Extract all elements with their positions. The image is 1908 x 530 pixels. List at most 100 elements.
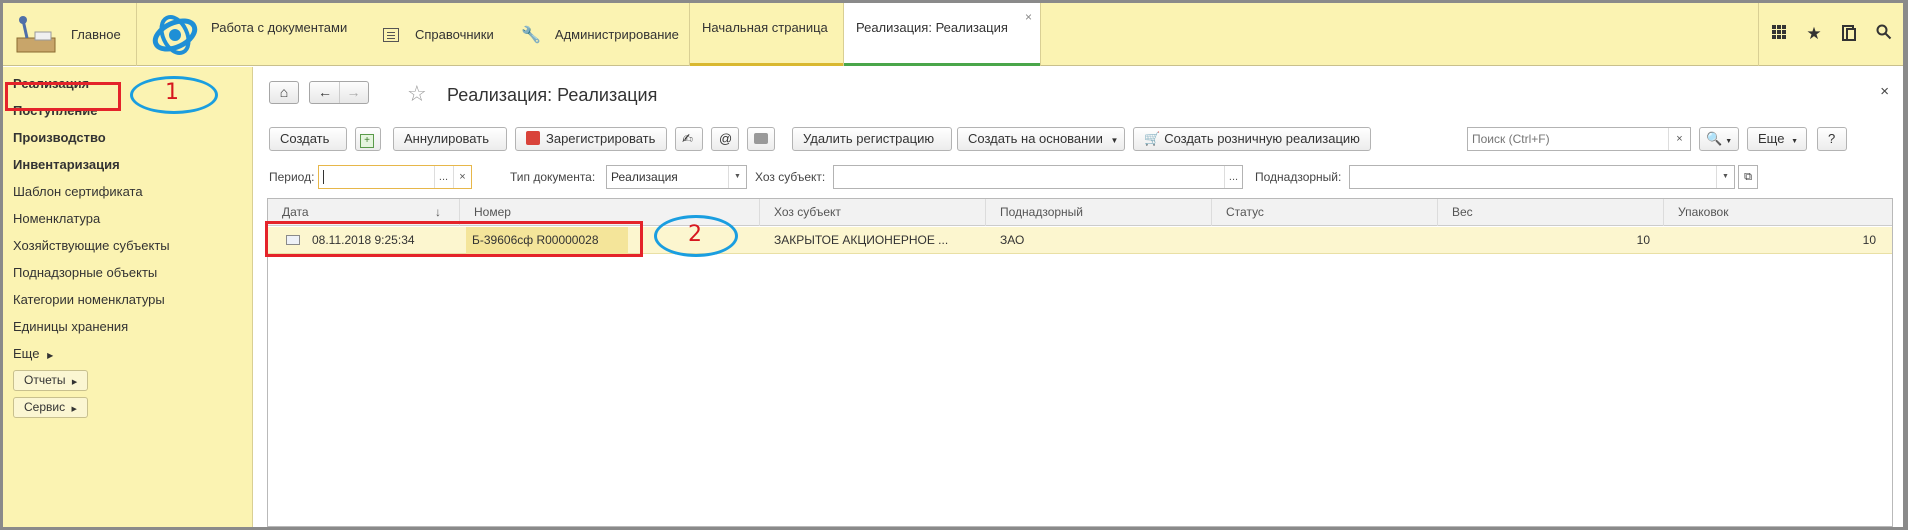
sidebar-item-supervised-objects[interactable]: Поднадзорные объекты bbox=[13, 265, 157, 280]
section-admin[interactable]: 🔧 Администрирование bbox=[521, 3, 679, 66]
section-docs[interactable]: Работа с документами bbox=[151, 3, 347, 66]
col-supervised[interactable]: Поднадзорный bbox=[986, 199, 1212, 226]
app-window: Главное Работа с документами Справочники bbox=[3, 3, 1903, 527]
cart-icon: 🛒 bbox=[1144, 131, 1161, 146]
doctype-value: Реализация bbox=[611, 170, 678, 184]
favorite-star-icon[interactable]: ☆ bbox=[407, 81, 427, 107]
search-clear-icon[interactable]: × bbox=[1668, 128, 1690, 150]
search-icon[interactable] bbox=[1874, 24, 1894, 44]
copy-add-button[interactable]: + bbox=[355, 127, 381, 151]
text-cursor bbox=[323, 170, 324, 184]
back-arrow-icon[interactable]: ← bbox=[311, 82, 339, 103]
annotation-box-2 bbox=[265, 221, 643, 257]
list-icon bbox=[383, 27, 399, 42]
main-content: ⌂ ← → ☆ Реализация: Реализация × Создать … bbox=[267, 67, 1897, 527]
close-form-icon[interactable]: × bbox=[1880, 83, 1889, 100]
forward-arrow-icon[interactable]: → bbox=[339, 82, 367, 103]
col-weight[interactable]: Вес bbox=[1438, 199, 1664, 226]
docs-logo-icon bbox=[151, 12, 199, 58]
triangle-right-icon: ▶ bbox=[71, 379, 78, 386]
sidebar: Реализация Поступление Производство Инве… bbox=[3, 67, 253, 527]
triangle-right-icon: ▶ bbox=[71, 406, 77, 413]
chevron-down-icon[interactable]: ▼ bbox=[728, 166, 746, 188]
col-subject[interactable]: Хоз субъект bbox=[760, 199, 986, 226]
nav-buttons: ← → bbox=[309, 81, 369, 104]
cell-supervised: ЗАО bbox=[1000, 233, 1025, 247]
create-based-on-button[interactable]: Создать на основании ▼ bbox=[957, 127, 1125, 151]
top-bar: Главное Работа с документами Справочники bbox=[3, 3, 1903, 66]
sidebar-item-inventory[interactable]: Инвентаризация bbox=[13, 157, 120, 172]
help-button[interactable]: ? bbox=[1817, 127, 1847, 151]
create-retail-label: Создать розничную реализацию bbox=[1164, 131, 1360, 146]
cell-packages: 10 bbox=[1862, 233, 1876, 247]
col-status[interactable]: Статус bbox=[1212, 199, 1438, 226]
register-label: Зарегистрировать bbox=[546, 131, 656, 146]
tab-realization-label: Реализация: Реализация bbox=[856, 20, 1008, 35]
chevron-down-icon: ▼ bbox=[1725, 138, 1733, 145]
more-button[interactable]: Еще ▼ bbox=[1747, 127, 1807, 151]
tab-home-page[interactable]: Начальная страница bbox=[690, 3, 843, 66]
annotation-marker-1: 1 bbox=[165, 80, 179, 105]
chevron-down-icon: ▼ bbox=[1110, 136, 1119, 145]
period-select-icon[interactable]: ... bbox=[434, 166, 452, 188]
subject-select-icon[interactable]: ... bbox=[1224, 166, 1242, 188]
create-based-label: Создать на основании bbox=[968, 131, 1103, 146]
triangle-right-icon: ▶ bbox=[47, 351, 54, 360]
delete-registration-button[interactable]: Удалить регистрацию bbox=[792, 127, 952, 151]
annul-button[interactable]: Аннулировать bbox=[393, 127, 507, 151]
home-button[interactable]: ⌂ bbox=[269, 81, 299, 104]
period-label: Период: bbox=[269, 170, 315, 184]
supervised-field[interactable]: ▼ bbox=[1349, 165, 1735, 189]
period-clear-icon[interactable]: × bbox=[453, 166, 471, 188]
printer-icon bbox=[754, 133, 768, 144]
tab-realization[interactable]: Реализация: Реализация × bbox=[844, 3, 1040, 66]
star-icon[interactable]: ★ bbox=[1804, 24, 1824, 44]
open-link-icon[interactable]: ⧉ bbox=[1738, 165, 1758, 189]
add-copy-icon: + bbox=[360, 134, 374, 148]
service-button[interactable]: Сервис ▶ bbox=[13, 397, 88, 418]
chevron-down-icon: ▼ bbox=[1791, 138, 1799, 145]
email-button[interactable]: @ bbox=[711, 127, 739, 151]
print-button[interactable] bbox=[747, 127, 775, 151]
sidebar-item-production[interactable]: Производство bbox=[13, 130, 106, 145]
subject-field[interactable]: ... bbox=[833, 165, 1243, 189]
col-packages[interactable]: Упаковок bbox=[1664, 199, 1892, 226]
wrench-icon: 🔧 bbox=[521, 26, 541, 44]
more-label: Еще bbox=[1758, 131, 1785, 146]
sidebar-item-nomenclature[interactable]: Номенклатура bbox=[13, 211, 100, 226]
sidebar-item-more[interactable]: Еще ▶ bbox=[13, 346, 53, 361]
pen-icon: ✍ bbox=[682, 131, 693, 146]
reports-button[interactable]: Отчеты ▶ bbox=[13, 370, 89, 391]
search-options-button[interactable]: 🔍 ▼ bbox=[1699, 127, 1739, 151]
create-retail-button[interactable]: 🛒 Создать розничную реализацию bbox=[1133, 127, 1371, 151]
section-refs[interactable]: Справочники bbox=[383, 3, 494, 66]
sidebar-more-label: Еще bbox=[13, 346, 40, 361]
service-label: Сервис bbox=[24, 400, 66, 414]
section-main-label: Главное bbox=[71, 27, 121, 42]
chevron-down-icon[interactable]: ▼ bbox=[1716, 166, 1734, 188]
sidebar-item-nomenclature-categories[interactable]: Категории номенклатуры bbox=[13, 292, 165, 307]
doctype-select[interactable]: Реализация ▼ bbox=[606, 165, 747, 189]
period-field[interactable]: ... × bbox=[318, 165, 472, 189]
section-main[interactable]: Главное bbox=[13, 3, 121, 66]
home-icon: ⌂ bbox=[279, 84, 289, 100]
apps-grid-icon[interactable] bbox=[1769, 24, 1789, 44]
search-box: × bbox=[1467, 127, 1691, 151]
close-icon[interactable]: × bbox=[1025, 10, 1032, 24]
create-button[interactable]: Создать bbox=[269, 127, 347, 151]
search-input[interactable] bbox=[1468, 128, 1663, 150]
reports-label: Отчеты bbox=[24, 373, 66, 387]
tab-home-label: Начальная страница bbox=[702, 20, 828, 35]
sidebar-item-storage-units[interactable]: Единицы хранения bbox=[13, 319, 128, 334]
sidebar-item-cert-template[interactable]: Шаблон сертификата bbox=[13, 184, 143, 199]
magnifier-icon: 🔍 bbox=[1706, 131, 1723, 146]
sidebar-item-business-entities[interactable]: Хозяйствующие субъекты bbox=[13, 238, 170, 253]
cell-status bbox=[1226, 227, 1426, 254]
section-docs-label: Работа с документами bbox=[211, 20, 348, 35]
sign-button[interactable]: ✍ bbox=[675, 127, 703, 151]
history-icon[interactable] bbox=[1839, 24, 1859, 44]
section-refs-label: Справочники bbox=[415, 27, 494, 42]
cell-subject: ЗАКРЫТОЕ АКЦИОНЕРНОЕ ... bbox=[774, 233, 949, 247]
supervised-label: Поднадзорный: bbox=[1255, 170, 1342, 184]
register-button[interactable]: Зарегистрировать bbox=[515, 127, 667, 151]
